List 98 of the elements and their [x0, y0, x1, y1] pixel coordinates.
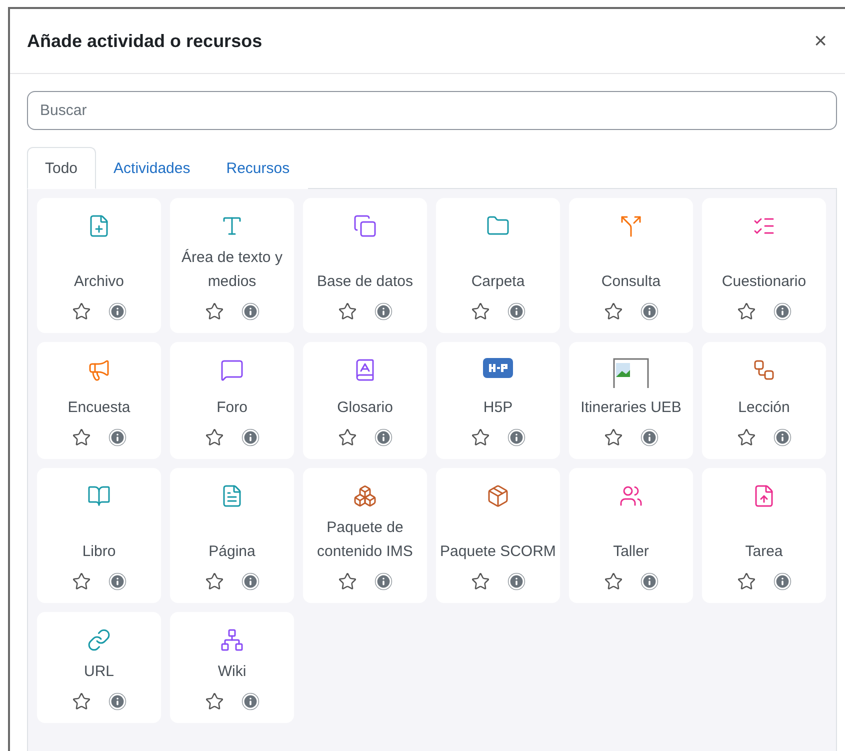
broken-image-icon	[613, 358, 649, 388]
tab[interactable]: Todo	[27, 147, 96, 189]
star-icon[interactable]	[205, 302, 224, 321]
star-icon[interactable]	[205, 572, 224, 591]
activity-card[interactable]: Tarea	[702, 468, 826, 603]
star-icon[interactable]	[205, 692, 224, 711]
info-icon[interactable]	[109, 573, 126, 590]
activity-label: Glosario	[337, 398, 393, 418]
folder-icon	[486, 214, 510, 238]
star-icon[interactable]	[737, 572, 756, 591]
package-icon	[486, 484, 510, 508]
activity-card[interactable]: Foro	[170, 342, 294, 459]
activity-label: Libro	[82, 542, 116, 562]
star-icon[interactable]	[338, 302, 357, 321]
star-icon[interactable]	[72, 428, 91, 447]
activity-card[interactable]: Wiki	[170, 612, 294, 723]
activity-card[interactable]: H5P	[436, 342, 560, 459]
activity-label: Encuesta	[68, 398, 130, 418]
activity-label: Itineraries UEB	[580, 398, 682, 418]
info-icon[interactable]	[242, 429, 259, 446]
star-icon[interactable]	[72, 302, 91, 321]
star-icon[interactable]	[205, 428, 224, 447]
info-icon[interactable]	[774, 429, 791, 446]
star-icon[interactable]	[471, 428, 490, 447]
activity-label: Wiki	[218, 662, 246, 682]
dialog-title: Añade actividad o recursos	[27, 30, 262, 52]
star-icon[interactable]	[338, 428, 357, 447]
info-icon[interactable]	[109, 693, 126, 710]
activity-label: Consulta	[601, 272, 661, 292]
activity-label: Tarea	[745, 542, 783, 562]
star-icon[interactable]	[604, 428, 623, 447]
activity-label: Página	[208, 542, 256, 562]
activity-card[interactable]: Lección	[702, 342, 826, 459]
info-icon[interactable]	[242, 573, 259, 590]
activity-card[interactable]: Base de datos	[303, 198, 427, 333]
activity-card[interactable]: Consulta	[569, 198, 693, 333]
star-icon[interactable]	[72, 572, 91, 591]
h5p-logo-icon	[483, 358, 513, 378]
info-icon[interactable]	[375, 573, 392, 590]
info-icon[interactable]	[109, 429, 126, 446]
people-icon	[619, 484, 643, 508]
network-icon	[220, 628, 244, 652]
activity-card[interactable]: Taller	[569, 468, 693, 603]
info-icon[interactable]	[242, 303, 259, 320]
activity-card[interactable]: Página	[170, 468, 294, 603]
activity-card[interactable]: Cuestionario	[702, 198, 826, 333]
star-icon[interactable]	[471, 302, 490, 321]
activity-card[interactable]: Libro	[37, 468, 161, 603]
info-icon[interactable]	[774, 573, 791, 590]
megaphone-icon	[87, 358, 111, 382]
info-icon[interactable]	[375, 429, 392, 446]
activity-card[interactable]: URL	[37, 612, 161, 723]
activity-label: Base de datos	[317, 272, 413, 292]
activity-card[interactable]: Encuesta	[37, 342, 161, 459]
activity-card[interactable]: Itineraries UEB	[569, 342, 693, 459]
activity-card[interactable]: Paquete de contenido IMS	[303, 468, 427, 603]
search-field[interactable]: Buscar	[27, 91, 837, 130]
activity-label: Lección	[738, 398, 790, 418]
star-icon[interactable]	[338, 572, 357, 591]
activity-label: Cuestionario	[722, 272, 806, 292]
activity-label: Archivo	[74, 272, 124, 292]
activity-label: URL	[84, 662, 114, 682]
activity-label: Área de texto y medios	[180, 248, 284, 292]
info-icon[interactable]	[641, 573, 658, 590]
open-book-icon	[87, 484, 111, 508]
activity-label: Foro	[216, 398, 248, 418]
activity-label: Carpeta	[471, 272, 525, 292]
info-icon[interactable]	[641, 429, 658, 446]
stacked-pages-icon	[353, 214, 377, 238]
star-icon[interactable]	[604, 302, 623, 321]
chat-bubble-icon	[220, 358, 244, 382]
activity-card[interactable]: Paquete SCORM	[436, 468, 560, 603]
info-icon[interactable]	[109, 303, 126, 320]
split-arrows-icon	[619, 214, 643, 238]
close-button[interactable]: ×	[810, 28, 831, 54]
activity-card[interactable]: Carpeta	[436, 198, 560, 333]
info-icon[interactable]	[375, 303, 392, 320]
activity-label: H5P	[483, 398, 513, 418]
boxes-icon	[353, 484, 377, 508]
info-icon[interactable]	[641, 303, 658, 320]
star-icon[interactable]	[737, 302, 756, 321]
info-icon[interactable]	[242, 693, 259, 710]
activity-card[interactable]: Área de texto y medios	[170, 198, 294, 333]
activity-label: Paquete de contenido IMS	[316, 518, 414, 562]
link-icon	[87, 628, 111, 652]
activity-card[interactable]: Glosario	[303, 342, 427, 459]
workflow-icon	[752, 358, 776, 382]
activity-label: Paquete SCORM	[440, 542, 556, 562]
star-icon[interactable]	[471, 572, 490, 591]
info-icon[interactable]	[774, 303, 791, 320]
info-icon[interactable]	[508, 573, 525, 590]
info-icon[interactable]	[508, 429, 525, 446]
star-icon[interactable]	[72, 692, 91, 711]
star-icon[interactable]	[604, 572, 623, 591]
activity-card[interactable]: Archivo	[37, 198, 161, 333]
activity-label: Taller	[613, 542, 649, 562]
info-icon[interactable]	[508, 303, 525, 320]
star-icon[interactable]	[737, 428, 756, 447]
